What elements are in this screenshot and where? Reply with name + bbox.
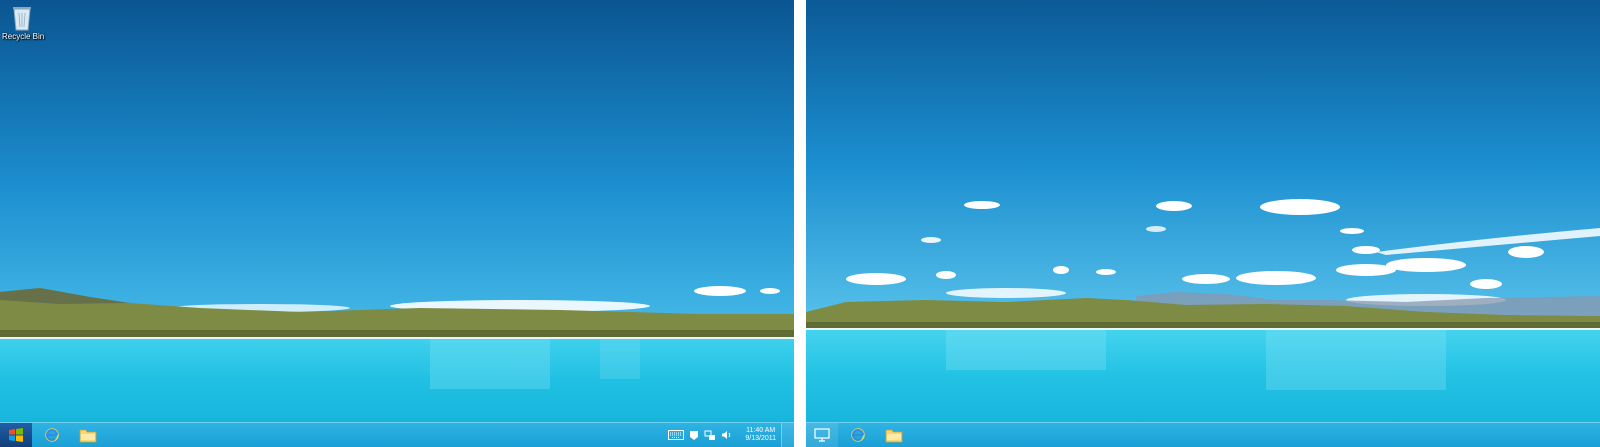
internet-explorer-icon — [851, 428, 865, 442]
taskbar-clock[interactable]: 11:40 AM 9/13/2011 — [745, 427, 776, 443]
start-button[interactable] — [0, 423, 32, 447]
desktop-monitor-icon — [814, 428, 830, 442]
desktop-start-button[interactable] — [806, 423, 838, 447]
left-screen: Recycle Bin 11:40 AM 9/13/2011 — [0, 0, 794, 447]
recycle-bin-desktop-icon[interactable]: Recycle Bin — [2, 4, 45, 42]
network-icon — [704, 430, 716, 440]
file-explorer-icon — [885, 429, 903, 443]
file-explorer-icon — [79, 429, 97, 443]
desktop-wallpaper — [806, 0, 1600, 423]
monitor-divider — [794, 0, 806, 447]
touch-keyboard-icon — [668, 430, 685, 440]
internet-explorer-button[interactable] — [36, 423, 68, 447]
file-explorer-button[interactable] — [72, 423, 104, 447]
taskbar — [806, 422, 1600, 447]
clock-date: 9/13/2011 — [745, 435, 776, 442]
show-desktop-button[interactable] — [781, 423, 794, 447]
volume-button[interactable] — [721, 430, 732, 440]
internet-explorer-button[interactable] — [842, 423, 874, 447]
recycle-bin-icon — [13, 7, 31, 31]
desktop-wallpaper — [0, 0, 794, 423]
recycle-bin-label: Recycle Bin — [2, 32, 45, 41]
touch-keyboard-button[interactable] — [668, 430, 685, 440]
volume-icon — [722, 431, 731, 439]
windows-logo-icon — [9, 428, 23, 442]
action-center-button[interactable] — [689, 430, 699, 441]
taskbar: 11:40 AM 9/13/2011 — [0, 422, 794, 447]
file-explorer-button[interactable] — [878, 423, 910, 447]
internet-explorer-icon — [45, 428, 59, 442]
action-center-icon — [690, 430, 699, 440]
network-button[interactable] — [704, 430, 716, 441]
notification-area: 11:40 AM 9/13/2011 — [668, 423, 776, 447]
right-screen — [806, 0, 1600, 447]
clock-time: 11:40 AM — [746, 427, 776, 434]
